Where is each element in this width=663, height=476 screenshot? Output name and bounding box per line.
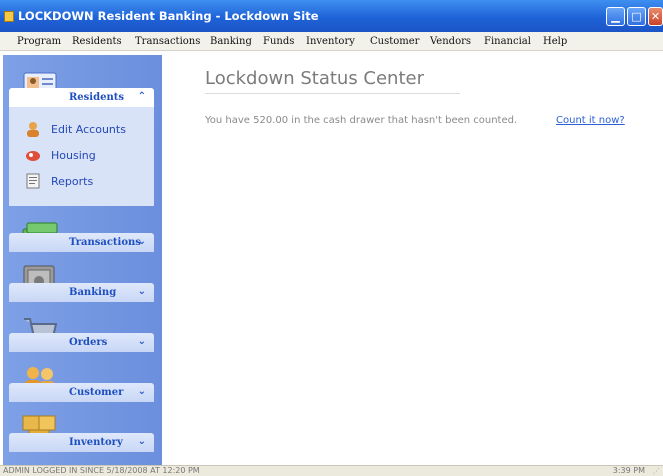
navigation-sidebar: Residents ⌃ Edit Accounts Housing Report… bbox=[3, 55, 162, 465]
resize-grip-icon[interactable]: ⋰ bbox=[653, 467, 660, 475]
residents-group-body: Edit Accounts Housing Reports bbox=[9, 107, 154, 206]
banking-group-label: Banking bbox=[69, 287, 117, 298]
customer-group-header[interactable]: Customer ⌄ bbox=[9, 383, 154, 402]
person-icon bbox=[27, 122, 39, 137]
residents-group-label: Residents bbox=[69, 92, 124, 103]
menu-customer[interactable]: Customer bbox=[370, 36, 419, 47]
cash-drawer-message: You have 520.00 in the cash drawer that … bbox=[205, 115, 518, 126]
page-title: Lockdown Status Center bbox=[205, 68, 424, 89]
menu-residents[interactable]: Residents bbox=[72, 36, 122, 47]
sidebar-item-label: Edit Accounts bbox=[51, 123, 126, 136]
menu-help[interactable]: Help bbox=[543, 36, 567, 47]
sidebar-item-label: Reports bbox=[51, 175, 94, 188]
count-now-link[interactable]: Count it now? bbox=[556, 115, 625, 126]
menu-inventory[interactable]: Inventory bbox=[306, 36, 355, 47]
chevron-down-icon[interactable]: ⌄ bbox=[138, 386, 146, 397]
menu-vendors[interactable]: Vendors bbox=[430, 36, 471, 47]
chevron-down-icon[interactable]: ⌄ bbox=[138, 286, 146, 297]
window-title-bar[interactable]: LOCKDOWN Resident Banking - Lockdown Sit… bbox=[0, 0, 663, 32]
clock: 3:39 PM bbox=[612, 466, 645, 475]
sidebar-item-label: Housing bbox=[51, 149, 96, 162]
report-icon bbox=[26, 173, 40, 189]
chevron-down-icon[interactable]: ⌄ bbox=[138, 236, 146, 247]
maximize-button[interactable]: □ bbox=[627, 7, 646, 26]
sidebar-item-reports[interactable]: Reports bbox=[15, 171, 150, 191]
menu-funds[interactable]: Funds bbox=[263, 36, 294, 47]
minimize-button[interactable]: ▁ bbox=[606, 7, 625, 26]
housing-icon bbox=[26, 151, 40, 161]
title-divider bbox=[205, 93, 460, 94]
sidebar-item-edit-accounts[interactable]: Edit Accounts bbox=[15, 119, 150, 139]
transactions-group-label: Transactions bbox=[69, 237, 141, 248]
chevron-down-icon[interactable]: ⌄ bbox=[138, 436, 146, 447]
inventory-group-label: Inventory bbox=[69, 437, 123, 448]
chevron-up-icon[interactable]: ⌃ bbox=[138, 91, 146, 102]
menu-financial[interactable]: Financial bbox=[484, 36, 531, 47]
transactions-group-header[interactable]: Transactions ⌄ bbox=[9, 233, 154, 252]
menu-transactions[interactable]: Transactions bbox=[135, 36, 200, 47]
app-icon bbox=[4, 11, 14, 22]
residents-group-header[interactable]: Residents ⌃ bbox=[9, 88, 154, 107]
window-title: LOCKDOWN Resident Banking - Lockdown Sit… bbox=[18, 9, 319, 23]
customer-group-label: Customer bbox=[69, 387, 124, 398]
chevron-down-icon[interactable]: ⌄ bbox=[138, 336, 146, 347]
login-status: ADMIN LOGGED IN SINCE 5/18/2008 AT 12:20… bbox=[3, 466, 200, 475]
menu-bar: Program Residents Transactions Banking F… bbox=[0, 32, 663, 51]
menu-banking[interactable]: Banking bbox=[210, 36, 252, 47]
inventory-group-header[interactable]: Inventory ⌄ bbox=[9, 433, 154, 452]
sidebar-item-housing[interactable]: Housing bbox=[15, 145, 150, 165]
orders-group-header[interactable]: Orders ⌄ bbox=[9, 333, 154, 352]
orders-group-label: Orders bbox=[69, 337, 108, 348]
banking-group-header[interactable]: Banking ⌄ bbox=[9, 283, 154, 302]
menu-program[interactable]: Program bbox=[17, 36, 61, 47]
close-button[interactable]: ✕ bbox=[648, 7, 663, 26]
status-bar: ADMIN LOGGED IN SINCE 5/18/2008 AT 12:20… bbox=[0, 465, 663, 476]
